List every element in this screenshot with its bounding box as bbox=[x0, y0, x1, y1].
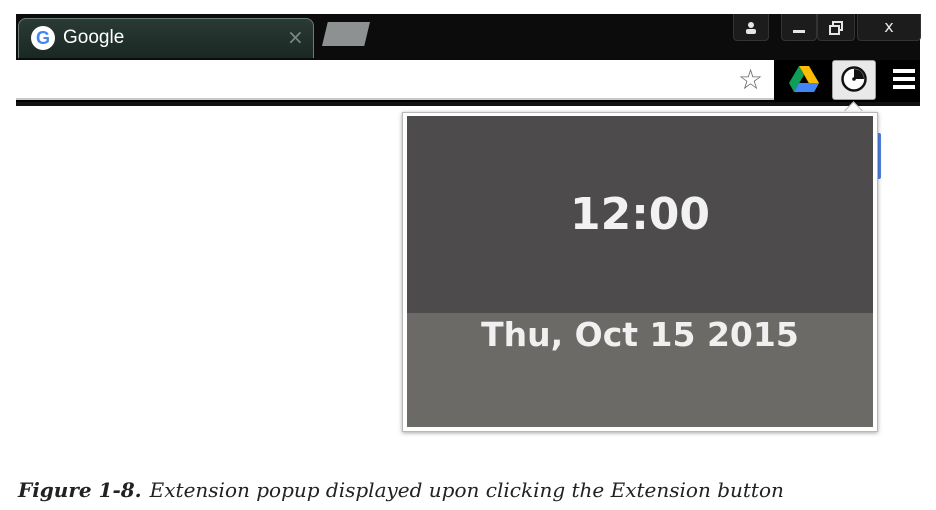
user-button[interactable] bbox=[733, 14, 769, 41]
tab-google[interactable]: G Google × bbox=[18, 18, 314, 58]
address-bar[interactable] bbox=[16, 60, 774, 100]
extension-button[interactable] bbox=[832, 60, 876, 100]
tab-title: Google bbox=[63, 27, 125, 48]
time-display: 12:00 bbox=[569, 189, 711, 240]
minimize-icon bbox=[793, 29, 805, 33]
figure-caption: Figure 1-8. Extension popup displayed upo… bbox=[18, 478, 784, 502]
caption-label: Figure 1-8. bbox=[18, 478, 142, 502]
clock-panel: 12:00 bbox=[407, 116, 873, 313]
toolbar-divider bbox=[16, 102, 920, 106]
google-drive-icon[interactable] bbox=[789, 66, 819, 92]
google-g-icon: G bbox=[31, 26, 55, 50]
new-tab-button[interactable] bbox=[322, 22, 370, 46]
star-icon[interactable]: ☆ bbox=[738, 63, 763, 96]
clock-extension-icon bbox=[841, 66, 867, 92]
user-icon bbox=[746, 21, 756, 34]
restore-button[interactable] bbox=[817, 14, 855, 41]
close-window-button[interactable]: x bbox=[857, 14, 921, 41]
tab-close-icon[interactable]: × bbox=[287, 25, 304, 49]
restore-icon bbox=[829, 20, 843, 35]
menu-icon[interactable] bbox=[893, 69, 915, 89]
date-panel: Thu, Oct 15 2015 bbox=[407, 313, 873, 427]
date-display: Thu, Oct 15 2015 bbox=[481, 315, 799, 354]
close-icon: x bbox=[884, 17, 894, 36]
caption-text: Extension popup displayed upon clicking … bbox=[149, 478, 784, 502]
extension-popup: 12:00 Thu, Oct 15 2015 bbox=[402, 112, 878, 432]
minimize-button[interactable] bbox=[781, 14, 817, 41]
